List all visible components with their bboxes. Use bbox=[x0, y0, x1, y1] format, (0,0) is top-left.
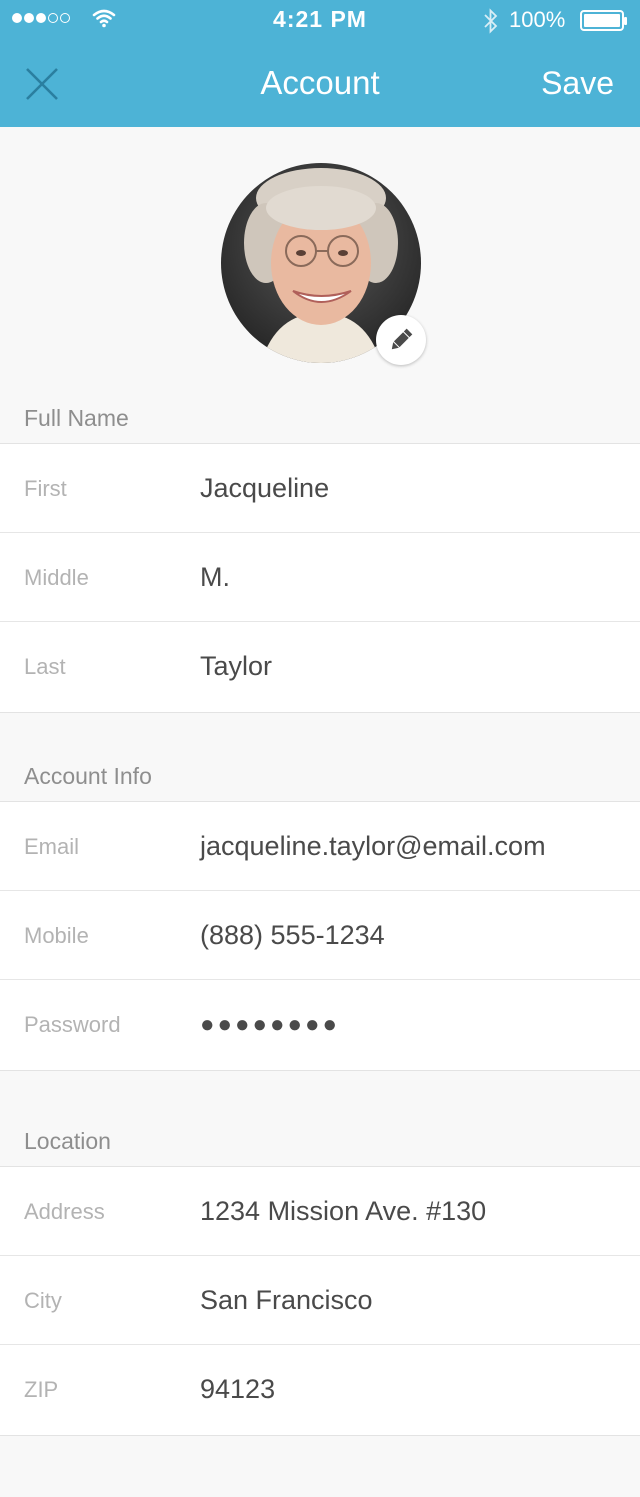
password-field[interactable]: ●●●●●●●● bbox=[200, 1011, 340, 1039]
section-label-full-name: Full Name bbox=[24, 405, 129, 431]
row-mobile[interactable]: Mobile (888) 555-1234 bbox=[0, 891, 640, 980]
row-label: First bbox=[24, 476, 67, 501]
row-label: ZIP bbox=[24, 1377, 59, 1402]
mobile-field[interactable]: (888) 555-1234 bbox=[200, 920, 385, 951]
row-label: City bbox=[24, 1288, 62, 1313]
row-label: Middle bbox=[24, 565, 89, 590]
row-address[interactable]: Address 1234 Mission Ave. #130 bbox=[0, 1167, 640, 1256]
row-zip[interactable]: ZIP 94123 bbox=[0, 1345, 640, 1435]
battery-percent: 100% bbox=[509, 7, 566, 32]
row-label: Last bbox=[24, 654, 66, 679]
status-bar: 4:21 PM 100% bbox=[0, 0, 640, 40]
city-field[interactable]: San Francisco bbox=[200, 1285, 373, 1316]
row-email[interactable]: Email jacqueline.taylor@email.com bbox=[0, 802, 640, 891]
email-field[interactable]: jacqueline.taylor@email.com bbox=[200, 831, 546, 862]
battery-icon bbox=[580, 10, 627, 31]
section-label-account-info: Account Info bbox=[24, 763, 152, 789]
row-middle-name[interactable]: Middle M. bbox=[0, 533, 640, 622]
row-label: Email bbox=[24, 834, 80, 859]
row-label: Password bbox=[24, 1012, 121, 1037]
location-group: Address 1234 Mission Ave. #130 City San … bbox=[0, 1166, 640, 1436]
save-button[interactable]: Save bbox=[541, 63, 614, 103]
bluetooth-icon bbox=[484, 8, 498, 34]
address-field[interactable]: 1234 Mission Ave. #130 bbox=[200, 1196, 486, 1227]
row-password[interactable]: Password ●●●●●●●● bbox=[0, 980, 640, 1070]
middle-name-field[interactable]: M. bbox=[200, 562, 230, 593]
row-first-name[interactable]: First Jacqueline bbox=[0, 444, 640, 533]
edit-photo-button[interactable] bbox=[376, 315, 426, 365]
section-label-location: Location bbox=[24, 1128, 111, 1154]
nav-header: 4:21 PM 100% Account Save bbox=[0, 0, 640, 127]
full-name-group: First Jacqueline Middle M. Last Taylor bbox=[0, 443, 640, 713]
zip-field[interactable]: 94123 bbox=[200, 1374, 275, 1405]
account-info-group: Email jacqueline.taylor@email.com Mobile… bbox=[0, 801, 640, 1071]
pencil-icon bbox=[391, 328, 413, 350]
row-last-name[interactable]: Last Taylor bbox=[0, 622, 640, 712]
row-label: Mobile bbox=[24, 923, 89, 948]
row-label: Address bbox=[24, 1199, 105, 1224]
last-name-field[interactable]: Taylor bbox=[200, 651, 272, 682]
row-city[interactable]: City San Francisco bbox=[0, 1256, 640, 1345]
first-name-field[interactable]: Jacqueline bbox=[200, 473, 329, 504]
profile-photo bbox=[221, 163, 426, 365]
